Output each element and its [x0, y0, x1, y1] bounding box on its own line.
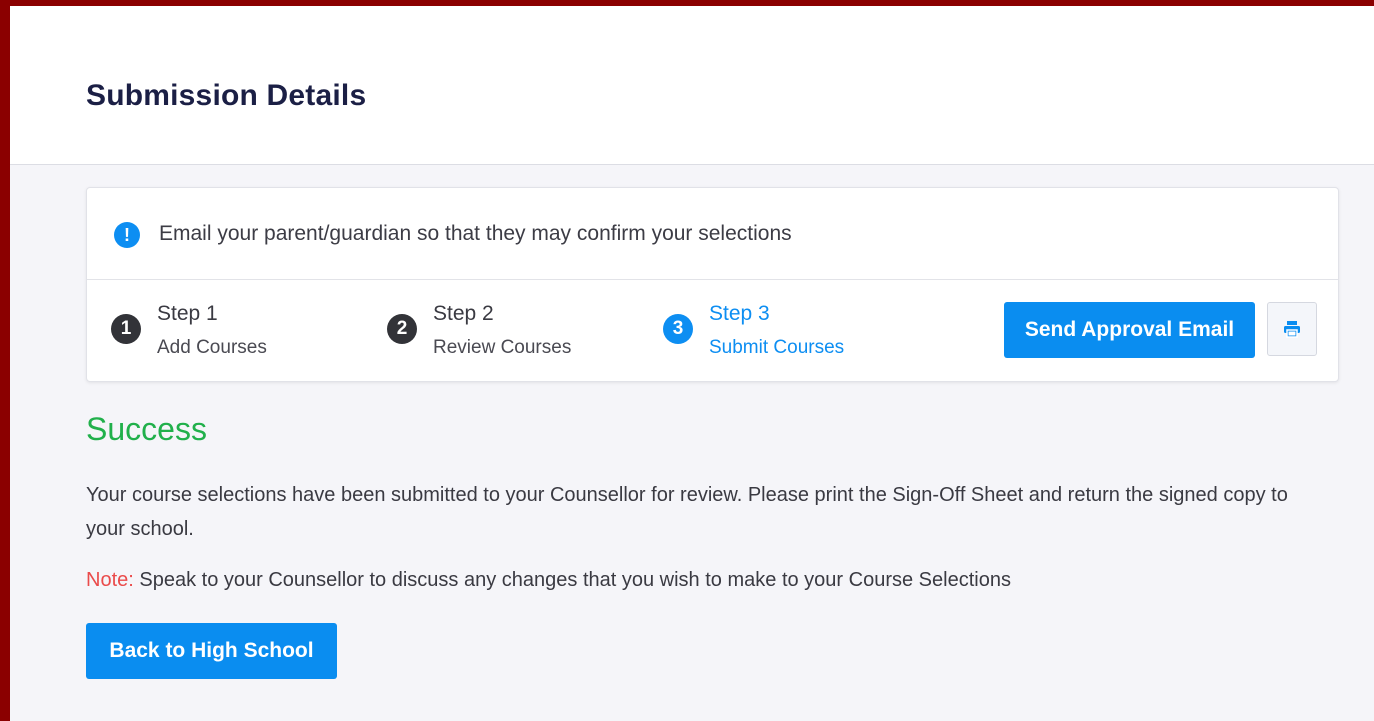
note-message: Speak to your Counsellor to discuss any …	[133, 569, 1011, 591]
step-1-title: Step 1	[157, 302, 218, 325]
printer-icon	[1284, 321, 1300, 338]
print-button[interactable]	[1267, 302, 1317, 356]
info-banner: ! Email your parent/guardian so that the…	[87, 188, 1338, 280]
page-frame: Submission Details ! Email your parent/g…	[10, 6, 1374, 721]
step-2-subtitle: Review Courses	[433, 337, 572, 358]
success-message: Your course selections have been submitt…	[86, 484, 1288, 540]
note-text: Note: Speak to your Counsellor to discus…	[86, 569, 1011, 592]
success-heading: Success	[86, 411, 207, 447]
submission-card: ! Email your parent/guardian so that the…	[86, 187, 1339, 382]
step-2-title: Step 2	[433, 302, 494, 325]
step-3-number-icon: 3	[663, 314, 693, 344]
note-label: Note:	[86, 569, 134, 591]
step-2-number-icon: 2	[387, 314, 417, 344]
step-3-title: Step 3	[709, 302, 770, 325]
step-3-subtitle: Submit Courses	[709, 337, 845, 358]
info-message: Email your parent/guardian so that they …	[159, 222, 792, 245]
exclamation-info-icon: !	[114, 222, 140, 248]
send-approval-email-button[interactable]: Send Approval Email	[1004, 302, 1255, 358]
step-1-subtitle: Add Courses	[157, 337, 267, 358]
steps-progress: 1 Step 1 Add Courses 2 Step 2 Review Cou…	[87, 280, 1338, 381]
back-to-high-school-button[interactable]: Back to High School	[86, 623, 337, 679]
page-header: Submission Details	[10, 6, 1374, 165]
page-title: Submission Details	[86, 79, 367, 112]
step-1-number-icon: 1	[111, 314, 141, 344]
